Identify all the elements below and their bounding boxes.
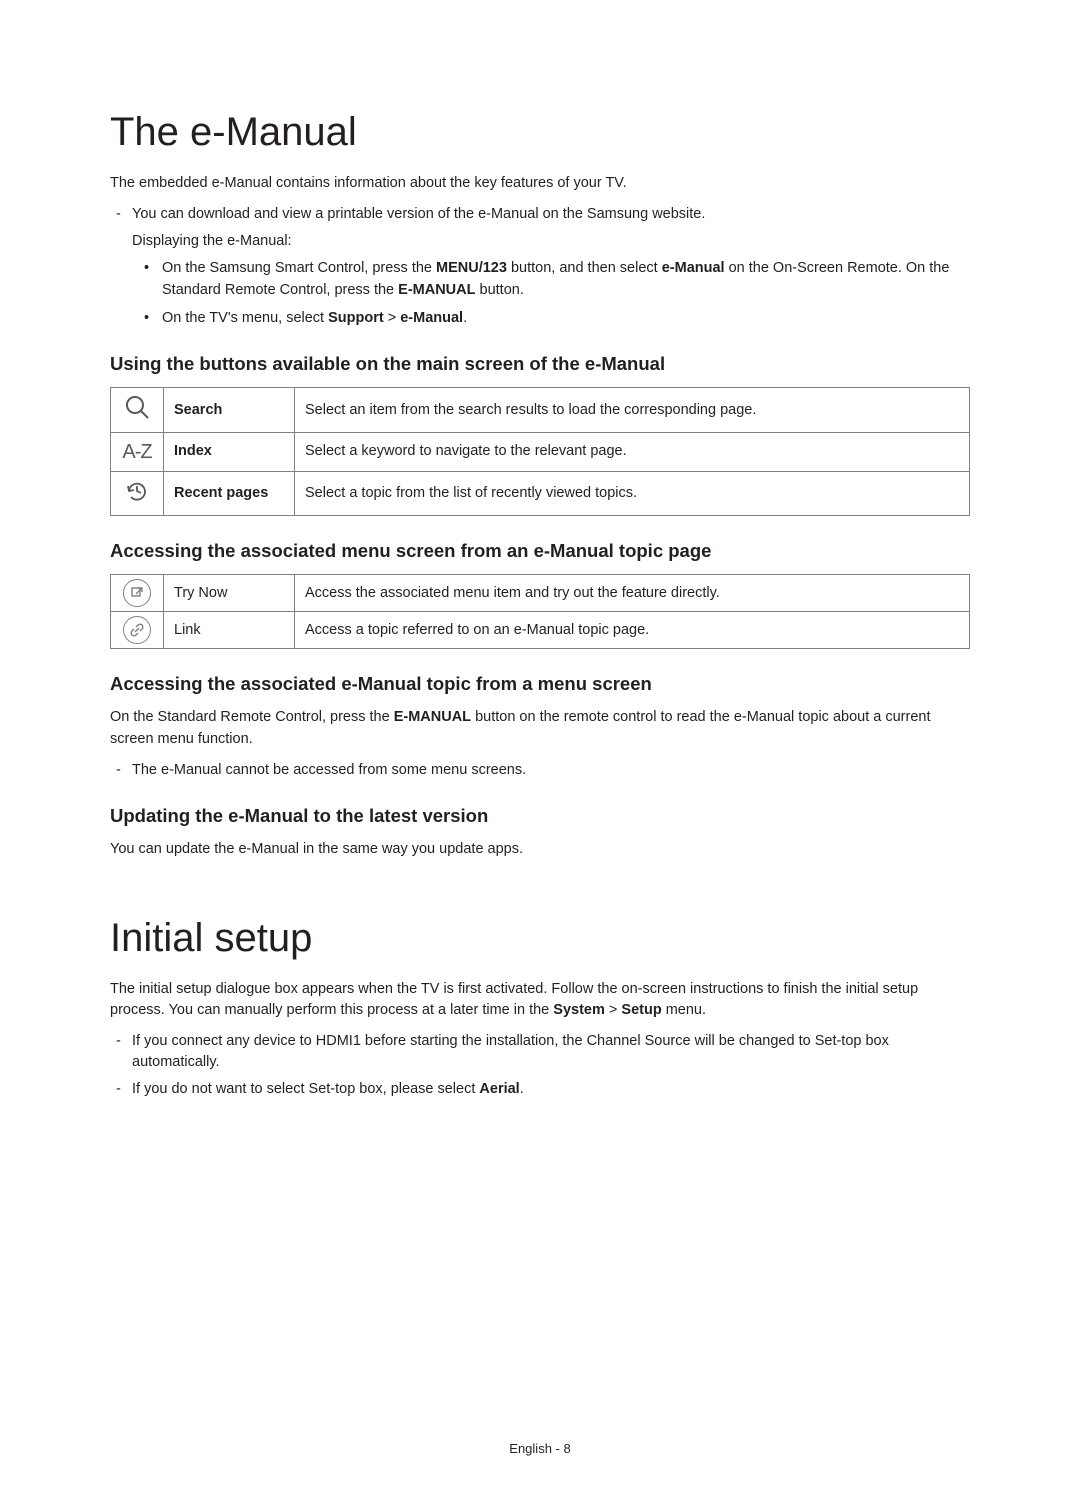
cell-desc: Select a keyword to navigate to the rele… (295, 432, 970, 471)
heading-associated-menu: Accessing the associated menu screen fro… (110, 540, 970, 562)
heading-from-menu: Accessing the associated e-Manual topic … (110, 673, 970, 695)
cell-desc: Select an item from the search results t… (295, 388, 970, 432)
page: The e-Manual The embedded e-Manual conta… (0, 0, 1080, 1494)
page-footer: English - 8 (0, 1441, 1080, 1456)
from-menu-note: The e-Manual cannot be accessed from som… (110, 760, 970, 781)
download-note-text: You can download and view a printable ve… (132, 206, 705, 222)
cell-icon (111, 471, 164, 515)
displaying-label: Displaying the e-Manual: (110, 231, 970, 252)
intro-text: The embedded e-Manual contains informati… (110, 173, 970, 194)
cell-label: Index (164, 432, 295, 471)
cell-label: Recent pages (164, 471, 295, 515)
list-item: On the Samsung Smart Control, press the … (162, 258, 970, 302)
try-now-icon (123, 579, 151, 607)
cell-label: Search (164, 388, 295, 432)
initial-para: The initial setup dialogue box appears w… (110, 979, 970, 1021)
displaying-list: On the Samsung Smart Control, press the … (110, 258, 970, 329)
table-row: A-Z Index Select a keyword to navigate t… (111, 432, 970, 471)
table-row: Search Select an item from the search re… (111, 388, 970, 432)
table-row: Try Now Access the associated menu item … (111, 574, 970, 611)
cell-desc: Access a topic referred to on an e-Manua… (295, 612, 970, 649)
cell-label: Try Now (164, 574, 295, 611)
heading-initial-setup: Initial setup (110, 916, 970, 961)
list-item: On the TV's menu, select Support > e-Man… (162, 308, 970, 330)
recent-icon (122, 476, 152, 506)
table-associated-menu: Try Now Access the associated menu item … (110, 574, 970, 650)
heading-emanual: The e-Manual (110, 110, 970, 155)
cell-icon (111, 612, 164, 649)
link-icon (123, 616, 151, 644)
table-main-buttons: Search Select an item from the search re… (110, 387, 970, 516)
cell-icon (111, 574, 164, 611)
cell-icon (111, 388, 164, 432)
index-az-icon: A-Z (122, 437, 152, 467)
download-note: You can download and view a printable ve… (110, 204, 970, 225)
cell-desc: Access the associated menu item and try … (295, 574, 970, 611)
table-row: Link Access a topic referred to on an e-… (111, 612, 970, 649)
cell-label: Link (164, 612, 295, 649)
initial-note-1: If you connect any device to HDMI1 befor… (110, 1031, 970, 1073)
from-menu-para: On the Standard Remote Control, press th… (110, 707, 970, 749)
update-para: You can update the e-Manual in the same … (110, 839, 970, 860)
cell-icon: A-Z (111, 432, 164, 471)
table-row: Recent pages Select a topic from the lis… (111, 471, 970, 515)
initial-note-2: If you do not want to select Set-top box… (110, 1079, 970, 1100)
heading-update: Updating the e-Manual to the latest vers… (110, 805, 970, 827)
search-icon (122, 392, 152, 422)
cell-desc: Select a topic from the list of recently… (295, 471, 970, 515)
heading-main-buttons: Using the buttons available on the main … (110, 353, 970, 375)
